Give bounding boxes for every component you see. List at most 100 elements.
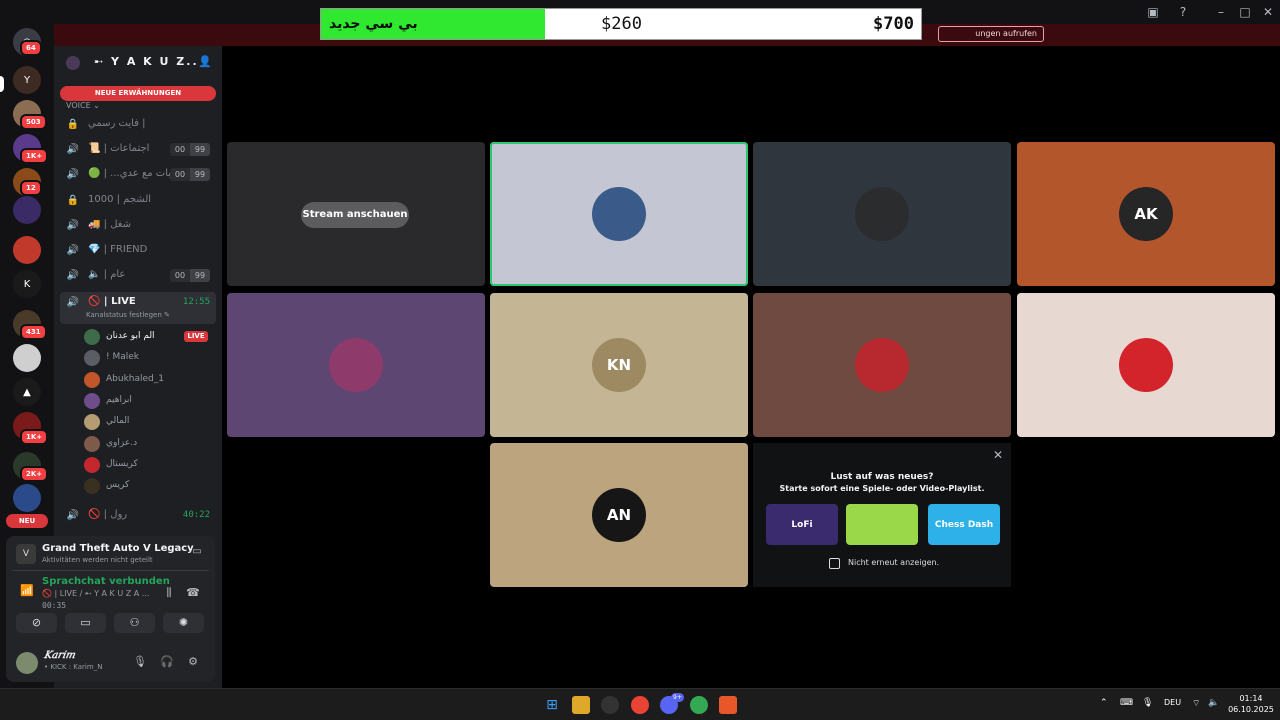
avatar: AK (1119, 187, 1173, 241)
channel-item[interactable]: 🔊 🔈 | عام 00 99 (60, 265, 216, 287)
new-mentions-banner[interactable]: NEUE ERWÄHNUNGEN (60, 86, 216, 101)
inbox-icon[interactable]: ▣ (1145, 4, 1161, 20)
help-icon[interactable]: ? (1175, 4, 1191, 20)
screenshare-icon: ▭ (80, 616, 91, 629)
watch-stream-button[interactable]: Stream anschauen (301, 202, 409, 228)
channel-item[interactable]: 🔊 💎 | FRIEND (60, 240, 216, 262)
avatar (84, 456, 100, 473)
avatar (84, 435, 100, 452)
voice-user[interactable]: المالي (84, 412, 216, 431)
noise-suppression-icon[interactable]: ⫼ (162, 586, 176, 600)
server-icon[interactable] (13, 484, 41, 512)
channel-item[interactable]: 🔊 🚚 | شغل (60, 215, 216, 237)
server-icon[interactable]: ▲ (13, 378, 41, 406)
channel-item[interactable]: 🔊 🟢 | ...بات مع عدي 00 99 (60, 164, 216, 186)
avatar: KN (592, 338, 646, 392)
activity-button[interactable]: ⚇ (114, 613, 155, 633)
server-icon[interactable] (13, 344, 41, 372)
share-activity-icon[interactable]: ▭ (190, 546, 204, 560)
minimize-button[interactable]: – (1213, 4, 1229, 20)
guild-header[interactable]: ➸ Y A K U Z.. ⌄ 👤 (54, 46, 222, 80)
camera-button[interactable]: ⊘ (16, 613, 57, 633)
user-limit: 00 99 (170, 143, 210, 157)
settings-gear-icon[interactable]: ⚙ (186, 655, 200, 669)
microphone-icon[interactable]: 🎙 (133, 655, 147, 669)
clock[interactable]: 01:14 06.10.2025 (1226, 693, 1276, 715)
microphone-tray-icon[interactable]: 🎙 (1142, 698, 1153, 708)
voice-user[interactable]: كريستال (84, 455, 216, 474)
channel-item[interactable]: 🔊 📜 | اجتماعات 00 99 (60, 139, 216, 161)
participant-tile[interactable]: AN (490, 443, 748, 587)
avatar[interactable] (16, 652, 38, 674)
avatar (84, 329, 100, 345)
speaker-icon: 🔊 (66, 245, 80, 256)
category-voice[interactable]: VOICE ⌄ (66, 101, 100, 110)
chrome-profile-icon[interactable] (690, 696, 708, 714)
channel-live[interactable]: 🔊 🚫 | LIVE 12:55 Kanalstatus festlegen ✎ (60, 292, 216, 324)
user-limit-value: 99 (190, 269, 210, 283)
playlist-thumb-game[interactable] (846, 504, 918, 545)
chevron-down-icon[interactable]: ⌄ (176, 56, 184, 66)
promo-close-icon[interactable]: ✕ (991, 448, 1005, 462)
channel-label: 🚫 | LIVE (88, 296, 136, 307)
participant-tile[interactable] (753, 293, 1011, 437)
chrome-icon[interactable] (631, 696, 649, 714)
screenshare-button[interactable]: ▭ (65, 613, 106, 633)
participant-tile[interactable] (1017, 293, 1275, 437)
obs-icon[interactable] (601, 696, 619, 714)
participant-tile[interactable]: KN (490, 293, 748, 437)
participant-tile[interactable]: AK (1017, 142, 1275, 286)
volume-icon[interactable]: 🔈 (1208, 698, 1219, 708)
participant-tile[interactable] (753, 142, 1011, 286)
windows-start-icon[interactable]: ⊞ (543, 696, 561, 714)
voice-channel-link[interactable]: 🚫 | LIVE / ➸ Y A K U Z A ... (42, 589, 149, 598)
voice-status[interactable]: Sprachchat verbunden (42, 576, 170, 587)
screen: ▣ ? – □ ✕ ungen aufrufen ✕ ◉ 64 Y 503 1K… (0, 0, 1280, 720)
server-icon[interactable] (13, 196, 41, 224)
voice-user[interactable]: كريس (84, 476, 216, 495)
channel-next[interactable]: 🔊 🚫 | رول 40:22 (60, 505, 216, 527)
notice-action-button[interactable]: ungen aufrufen (938, 26, 1044, 42)
avatar (1119, 338, 1173, 392)
price-current: $700 (873, 14, 914, 34)
voice-user[interactable]: د.عزاوي (84, 434, 216, 453)
channel-item[interactable]: 🔒 فايت رسمي | (60, 114, 216, 136)
server-icon[interactable] (13, 236, 41, 264)
wifi-icon[interactable]: ⌔ (1192, 698, 1200, 709)
channel-status-setter[interactable]: Kanalstatus festlegen ✎ (86, 311, 170, 319)
activity-subtitle: Aktivitäten werden nicht geteilt (42, 556, 153, 564)
maximize-button[interactable]: □ (1237, 4, 1253, 20)
live-badge: LIVE (184, 331, 208, 342)
file-explorer-icon[interactable] (572, 696, 590, 714)
clock-date: 06.10.2025 (1228, 705, 1274, 714)
soundboard-button[interactable]: ✺ (163, 613, 204, 633)
server-yakuza[interactable]: Y (13, 66, 41, 94)
voice-user[interactable]: الم ابو عدنان LIVE (84, 327, 216, 346)
headphones-icon[interactable]: 🎧 (160, 655, 174, 669)
dont-show-again-checkbox[interactable] (829, 558, 840, 569)
user-limit-value: 99 (190, 143, 210, 157)
playlist-promo: ✕ Lust auf was neues? Starte sofort eine… (753, 443, 1011, 587)
participant-tile[interactable] (227, 293, 485, 437)
voice-user[interactable]: ! Malek (84, 348, 216, 367)
app-icon[interactable] (719, 696, 737, 714)
tray-icon[interactable]: ⌨ (1120, 698, 1133, 708)
disconnect-icon[interactable]: ☎ (186, 586, 200, 600)
server-icon[interactable]: K (13, 270, 41, 298)
participant-tile[interactable] (490, 142, 748, 286)
playlist-thumb-chess[interactable]: Chess Dash (928, 504, 1000, 545)
price-new-label: بي سي جديد (321, 9, 545, 39)
language-indicator[interactable]: DEU (1164, 698, 1181, 707)
user-limit-value: 00 (174, 271, 186, 281)
add-user-icon[interactable]: 👤 (198, 55, 212, 68)
voice-user[interactable]: Abukhaled_1 (84, 370, 216, 389)
tray-chevron-icon[interactable]: ⌃ (1100, 698, 1108, 708)
user-limit-value: 99 (190, 168, 210, 182)
avatar (855, 187, 909, 241)
channel-item[interactable]: 🔒 الشجم | 1000 (60, 190, 216, 212)
voice-user[interactable]: ابراهيم (84, 391, 216, 410)
stream-tile[interactable]: Stream anschauen (227, 142, 485, 286)
close-window-button[interactable]: ✕ (1260, 4, 1276, 20)
new-servers-badge[interactable]: NEU (6, 514, 48, 528)
playlist-thumb-lofi[interactable]: LoFi (766, 504, 838, 545)
